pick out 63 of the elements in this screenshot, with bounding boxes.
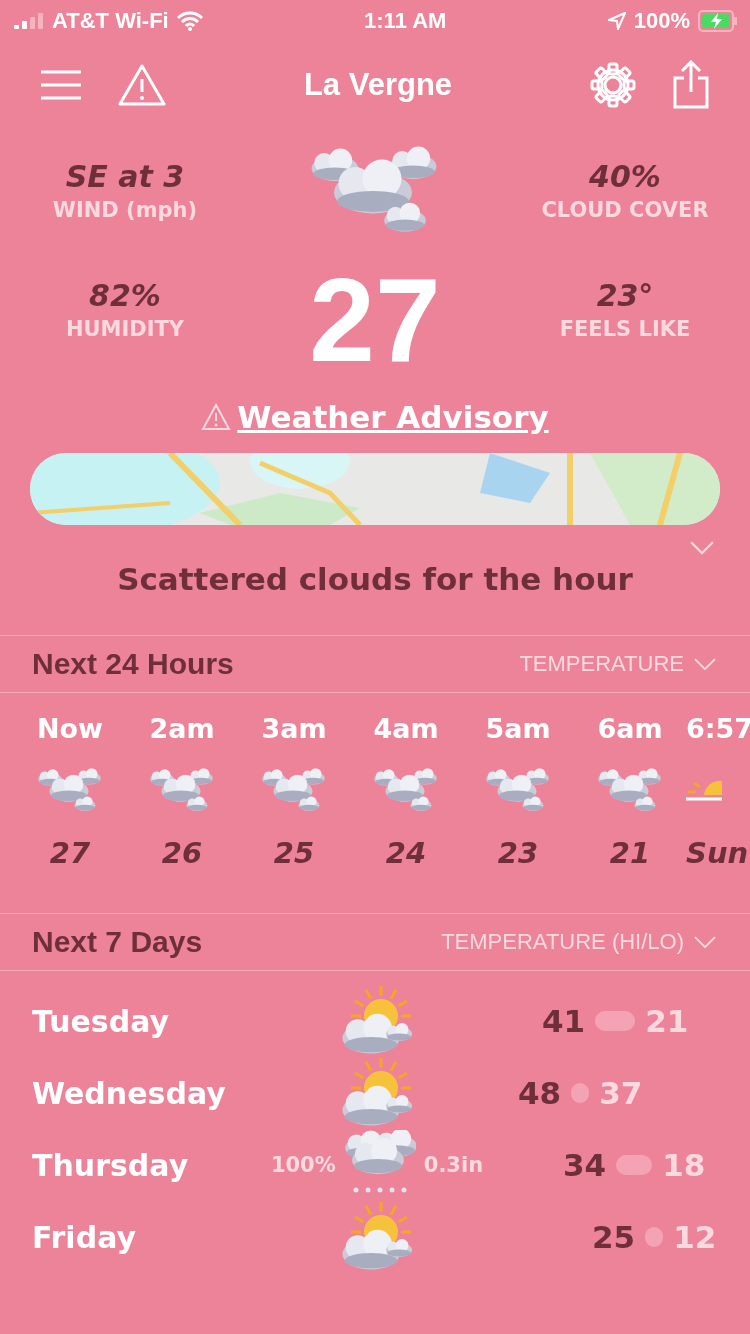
hour-temperature: 23 <box>497 836 539 871</box>
hour-label: Now <box>36 713 104 745</box>
high-temperature: 48 <box>518 1075 562 1112</box>
sunrise-icon <box>686 779 722 802</box>
precipitation-amount: 0.3in <box>423 1153 484 1178</box>
hour-summary: Scattered clouds for the hour <box>116 560 634 600</box>
hour-temperature: 24 <box>385 836 427 871</box>
temperature-range-bar <box>571 1083 590 1104</box>
temperature-range-bar <box>595 1011 636 1032</box>
location-title: La Vergne <box>303 67 453 103</box>
wind-label: WIND (mph) <box>52 197 198 222</box>
chevron-down-icon <box>694 657 716 671</box>
share-button[interactable] <box>672 60 710 110</box>
humidity-label: HUMIDITY <box>65 317 185 342</box>
chevron-down-icon <box>694 935 716 949</box>
temperature-range-bar <box>616 1155 653 1176</box>
battery-percent-text: 100% <box>633 8 690 34</box>
current-temperature: 27 <box>309 260 441 379</box>
day-name: Wednesday <box>32 1075 227 1111</box>
hour-temperature: 27 <box>49 836 91 871</box>
hour-temperature: Sun <box>686 836 749 871</box>
high-temperature: 34 <box>563 1147 607 1184</box>
high-temperature: 41 <box>542 1003 586 1040</box>
hour-label: 6am <box>597 713 663 745</box>
precipitation-chance: 100% <box>270 1153 336 1178</box>
carrier-text: AT&T Wi-Fi <box>52 8 169 34</box>
weather-advisory-link[interactable]: Weather Advisory <box>237 398 549 435</box>
day-name: Thursday <box>32 1147 190 1183</box>
warning-button[interactable] <box>118 63 166 107</box>
hour-label: 3am <box>261 713 327 745</box>
metric-dropdown[interactable]: TEMPERATURE <box>519 651 716 678</box>
section-title: Next 7 Days <box>32 925 203 960</box>
low-temperature: 21 <box>645 1003 689 1040</box>
clock-text: 1:11 AM <box>364 8 447 34</box>
location-arrow-icon <box>607 12 626 30</box>
section-title: Next 24 Hours <box>32 647 234 682</box>
cloud-cover-value: 40% <box>589 158 661 194</box>
feels-like-label: FEELS LIKE <box>559 317 691 342</box>
hour-label: 4am <box>373 713 439 745</box>
wind-value: SE at 3 <box>65 158 185 194</box>
temperature-range-bar <box>645 1227 664 1248</box>
hour-label: 2am <box>149 713 215 745</box>
low-temperature: 18 <box>662 1147 706 1184</box>
battery-charging-icon <box>698 10 738 32</box>
signal-icon <box>14 13 44 29</box>
low-temperature: 37 <box>599 1075 643 1112</box>
warning-icon <box>201 402 232 431</box>
wifi-icon <box>176 11 203 31</box>
high-temperature: 25 <box>592 1219 636 1256</box>
day-name: Friday <box>32 1219 137 1255</box>
metric-dropdown[interactable]: TEMPERATURE (HI/LO) <box>441 929 716 956</box>
humidity-value: 82% <box>89 278 161 314</box>
hour-label: 5am <box>485 713 551 745</box>
cloud-cover-label: CLOUD COVER <box>541 197 709 222</box>
menu-button[interactable] <box>40 69 82 101</box>
hour-temperature: 21 <box>609 836 651 871</box>
low-temperature: 12 <box>673 1219 717 1256</box>
hour-temperature: 26 <box>161 836 203 871</box>
feels-like-value: 23° <box>596 278 654 314</box>
settings-button[interactable] <box>590 62 636 108</box>
chevron-down-icon <box>690 540 714 556</box>
hour-temperature: 25 <box>273 836 315 871</box>
day-name: Tuesday <box>32 1003 171 1039</box>
